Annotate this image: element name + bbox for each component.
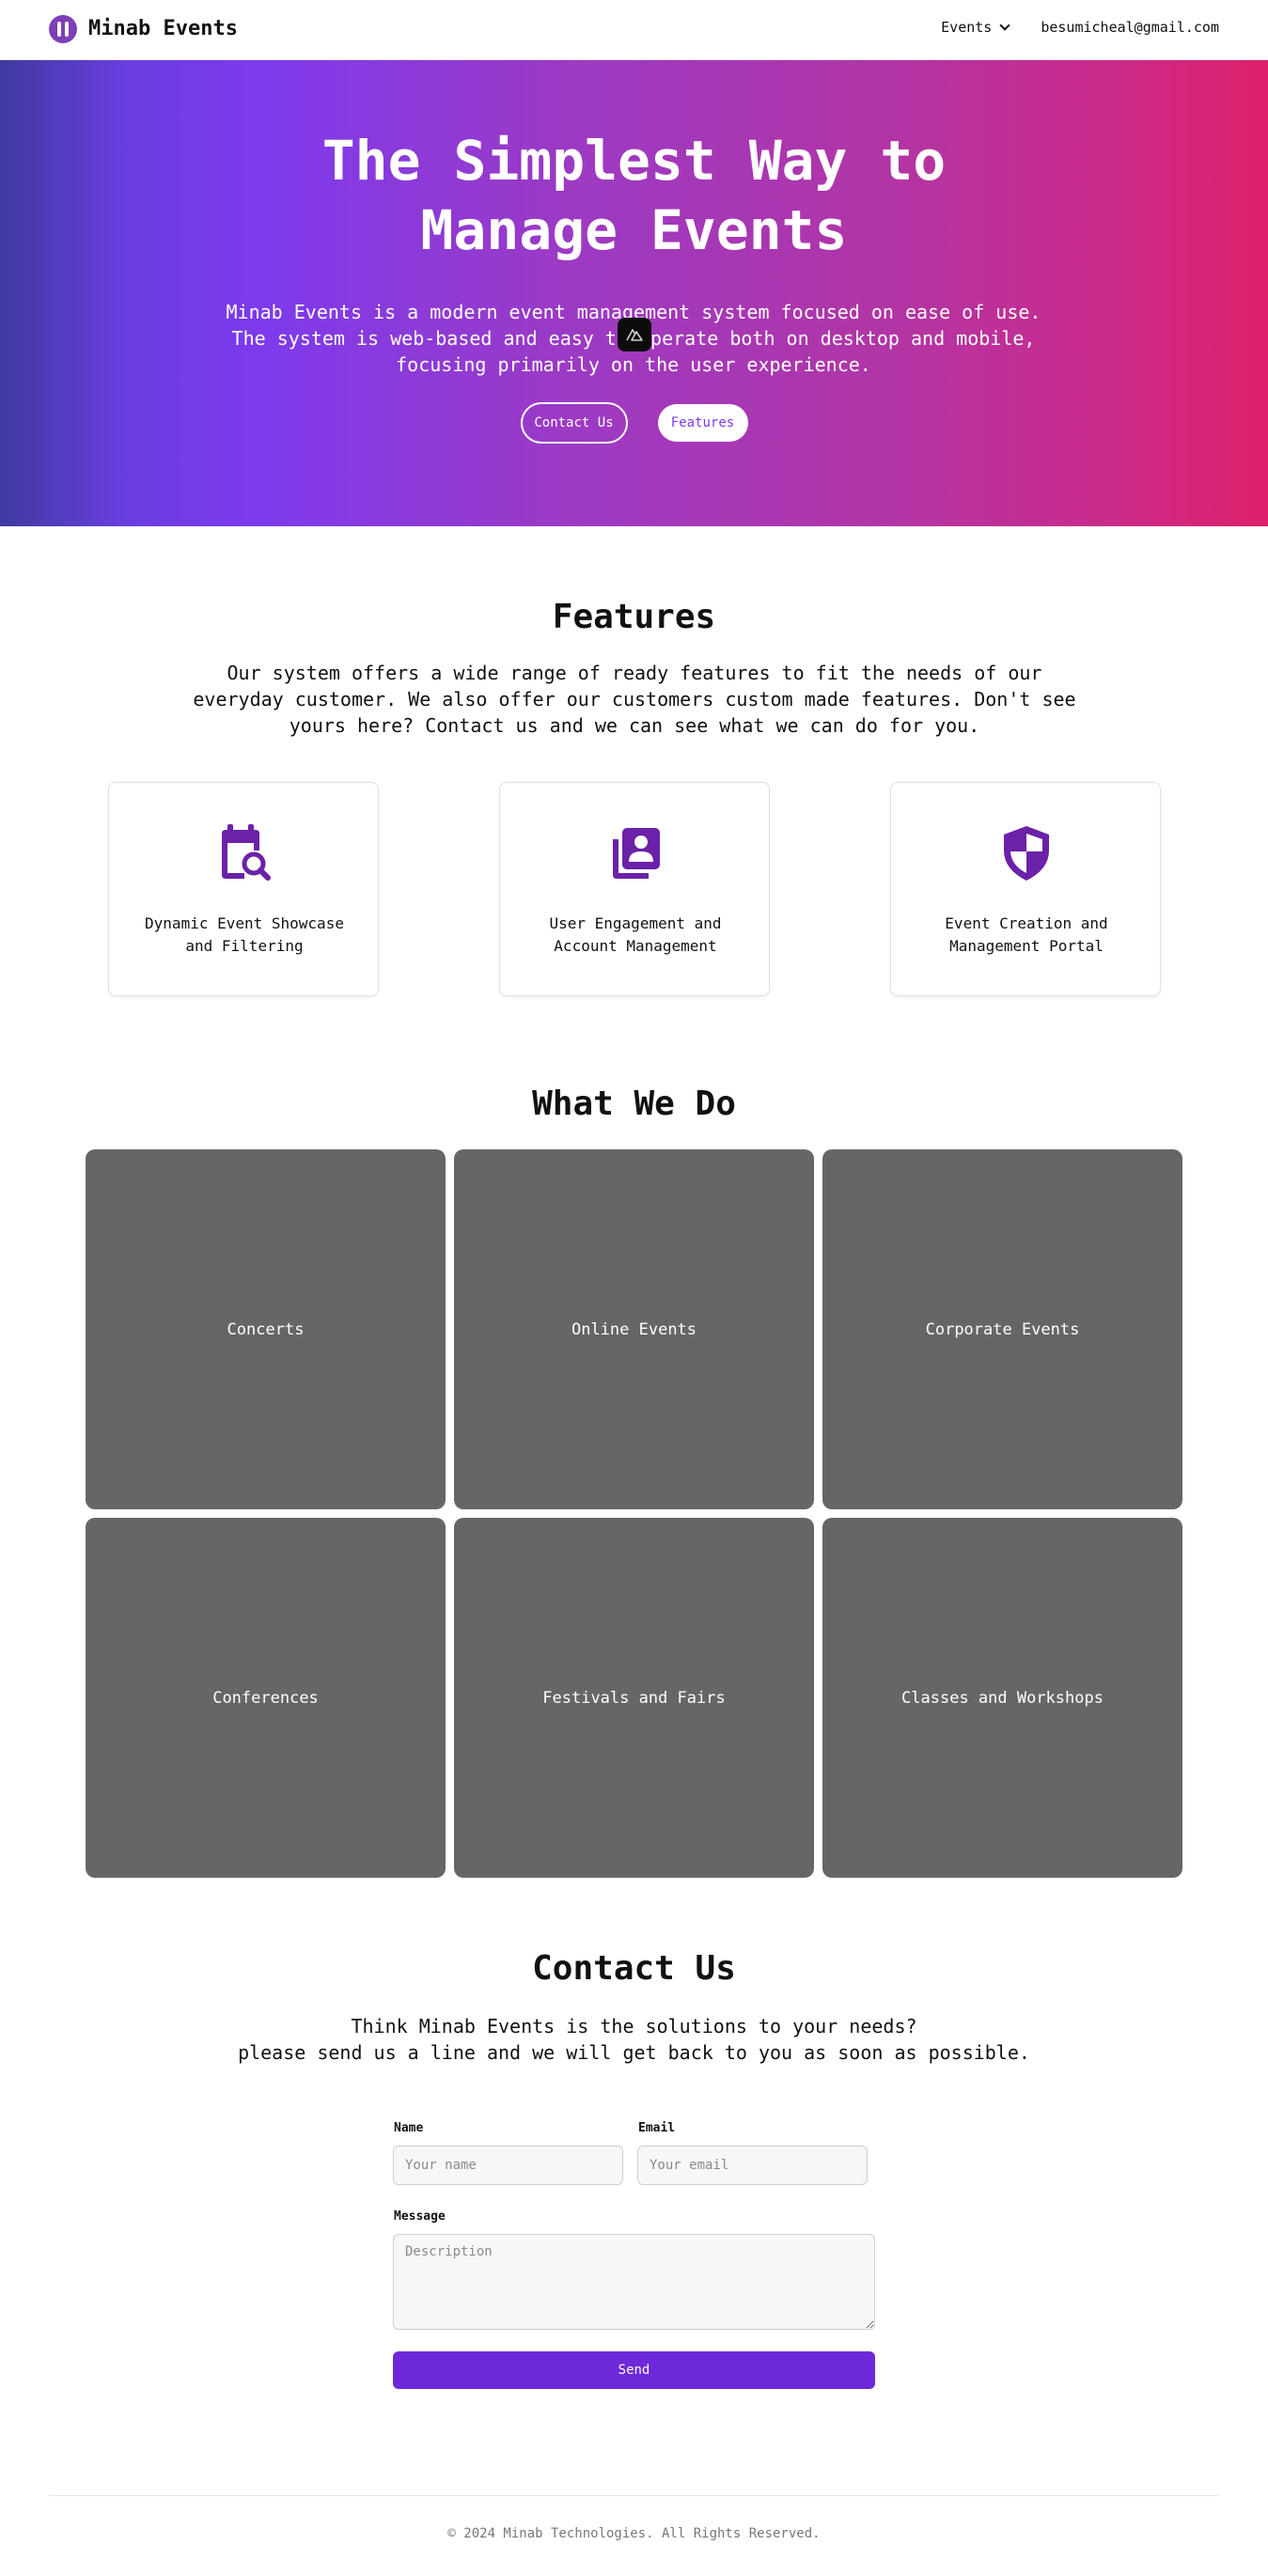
tile-classes-and-workshops[interactable]: Classes and Workshops <box>822 1518 1182 1878</box>
tile-corporate-events[interactable]: Corporate Events <box>822 1149 1182 1509</box>
features-title: Features <box>552 598 716 636</box>
email-field[interactable] <box>637 2146 868 2185</box>
name-field[interactable] <box>393 2146 623 2185</box>
features-button[interactable]: Features <box>657 404 748 442</box>
contact-subtitle-line2: please send us a line and we will get ba… <box>238 2041 1030 2064</box>
user-card-icon <box>613 828 660 879</box>
hero-section: The Simplest Way to Manage Events Minab … <box>0 60 1268 526</box>
brand-name: Minab Events <box>88 17 238 40</box>
footer-divider <box>49 2495 1219 2496</box>
hero-title-line2: Manage Events <box>420 198 848 262</box>
name-label: Name <box>394 2121 424 2135</box>
calendar-search-icon <box>222 824 271 881</box>
message-field[interactable] <box>393 2234 875 2330</box>
feature-card-showcase: Dynamic Event Showcase and Filtering <box>108 782 379 996</box>
contact-us-button[interactable]: Contact Us <box>520 402 628 444</box>
navbar: Minab Events Events besumicheal@gmail.co… <box>0 0 1268 60</box>
message-label: Message <box>394 2209 446 2224</box>
brand-link[interactable]: Minab Events <box>49 15 238 43</box>
feature-card-portal: Event Creation and Management Portal <box>890 782 1161 996</box>
feature-label: User Engagement and Account Management <box>549 914 722 955</box>
chevron-down-icon <box>999 20 1011 31</box>
events-dropdown-label: Events <box>941 19 993 36</box>
feature-label: Dynamic Event Showcase and Filtering <box>145 914 344 955</box>
hero-buttons: Contact Us Features <box>0 402 1268 444</box>
hero-title: The Simplest Way to Manage Events <box>0 126 1268 265</box>
what-we-do-title: What We Do <box>532 1085 736 1123</box>
feature-label: Event Creation and Management Portal <box>945 914 1108 955</box>
shield-icon <box>1004 826 1049 881</box>
tile-concerts[interactable]: Concerts <box>86 1149 446 1509</box>
contact-title: Contact Us <box>532 1949 736 1988</box>
tile-festivals-and-fairs[interactable]: Festivals and Fairs <box>454 1518 814 1878</box>
contact-subtitle-line1: Think Minab Events is the solutions to y… <box>351 2015 917 2037</box>
send-button[interactable]: Send <box>393 2351 875 2389</box>
email-label: Email <box>638 2121 676 2135</box>
feature-card-engagement: User Engagement and Account Management <box>499 782 770 996</box>
footer-copyright: © 2024 Minab Technologies. All Rights Re… <box>447 2526 821 2541</box>
hero-title-line1: The Simplest Way to <box>321 129 947 193</box>
nav-right: Events besumicheal@gmail.com <box>941 19 1219 36</box>
tile-online-events[interactable]: Online Events <box>454 1149 814 1509</box>
events-dropdown[interactable]: Events <box>941 19 1011 36</box>
logo-icon <box>49 15 77 43</box>
devtools-icon[interactable] <box>618 318 651 351</box>
user-email[interactable]: besumicheal@gmail.com <box>1041 19 1219 36</box>
devtools-triangle-icon <box>626 329 643 341</box>
tile-conferences[interactable]: Conferences <box>86 1518 446 1878</box>
contact-subtitle: Think Minab Events is the solutions to y… <box>0 2013 1268 2066</box>
features-description: Our system offers a wide range of ready … <box>193 662 1076 737</box>
